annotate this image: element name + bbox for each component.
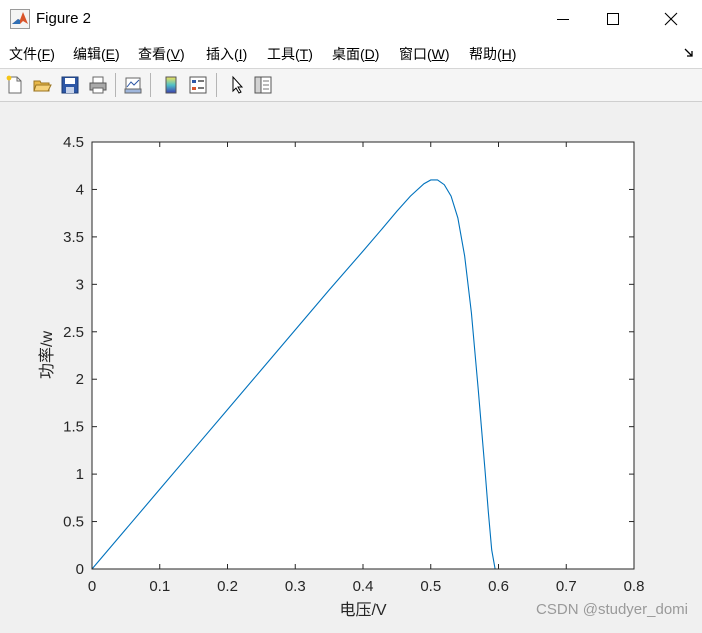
legend-icon [189,76,207,94]
x-axis-label: 电压/V [339,601,386,619]
window-title: Figure 2 [36,10,92,27]
x-tick-label: 0.8 [624,578,645,595]
y-tick-label: 0.5 [63,514,84,531]
menu-view[interactable]: 查看(V) [138,44,185,64]
menu-file[interactable]: 文件(F) [9,44,55,64]
maximize-icon [607,13,619,25]
x-tick-label: 0.4 [353,578,374,595]
print-button[interactable] [87,74,109,96]
y-tick-label: 1 [76,466,84,483]
new-figure-button[interactable] [4,74,26,96]
menu-tools[interactable]: 工具(T) [267,44,313,64]
y-tick-label: 4.5 [63,134,84,151]
x-tick-label: 0.3 [285,578,306,595]
y-tick-label: 2.5 [63,324,84,341]
figure-canvas: 0 0.1 0.2 0.3 0.4 0.5 0.6 0.7 0.8 0 0.5 1 1.5 2 2.5 3 3.… [0,102,702,628]
property-inspector-icon [254,76,272,94]
new-figure-icon [6,75,22,94]
link-plot-icon [124,77,142,94]
power-voltage-chart[interactable]: 0 0.1 0.2 0.3 0.4 0.5 0.6 0.7 0.8 0 0.5 1 1.5 2 2.5 3 3.… [0,102,702,628]
y-axis-label: 功率/w [38,331,56,379]
open-file-button[interactable] [31,74,53,96]
print-icon [89,76,107,94]
property-inspector-button[interactable] [252,74,274,96]
save-icon [61,76,79,94]
y-tick-label: 4 [76,181,84,198]
menu-insert[interactable]: 插入(I) [206,44,247,64]
menu-help[interactable]: 帮助(H) [469,44,516,64]
save-button[interactable] [59,74,81,96]
matlab-logo-icon [10,9,30,29]
menu-bar: 文件(F) 编辑(E) 查看(V) 插入(I) 工具(T) 桌面(D) 窗口(W… [0,38,702,69]
dock-arrow-icon[interactable] [684,48,694,58]
x-tick-label: 0.2 [217,578,238,595]
x-tick-label: 0.6 [488,578,509,595]
y-tick-label: 3.5 [63,229,84,246]
x-tick-label: 0 [88,578,96,595]
x-tick-label: 0.5 [420,578,441,595]
menu-desktop[interactable]: 桌面(D) [332,44,379,64]
insert-legend-button[interactable] [187,74,209,96]
figure-toolbar [0,69,702,102]
menu-window[interactable]: 窗口(W) [399,44,450,64]
insert-colorbar-button[interactable] [160,74,182,96]
x-tick-label: 0.7 [556,578,577,595]
watermark-text: CSDN @studyer_domi [536,601,688,618]
link-plot-button[interactable] [122,74,144,96]
y-tick-label: 1.5 [63,419,84,436]
y-tick-label: 0 [76,561,84,578]
close-icon [664,12,678,26]
toolbar-separator [115,73,116,97]
y-tick-label: 3 [76,276,84,293]
colorbar-icon [165,76,177,94]
x-tick-label: 0.1 [149,578,170,595]
y-tick-label: 2 [76,371,84,388]
minimize-icon [557,19,569,20]
maximize-button[interactable] [590,0,636,38]
plot-area [92,142,634,569]
toolbar-separator [150,73,151,97]
minimize-button[interactable] [540,0,586,38]
menu-edit[interactable]: 编辑(E) [73,44,120,64]
title-bar: Figure 2 [0,0,702,38]
close-button[interactable] [648,0,694,38]
open-file-icon [33,80,52,92]
edit-plot-arrow-icon [232,75,244,94]
edit-plot-button[interactable] [226,74,248,96]
toolbar-separator [216,73,217,97]
